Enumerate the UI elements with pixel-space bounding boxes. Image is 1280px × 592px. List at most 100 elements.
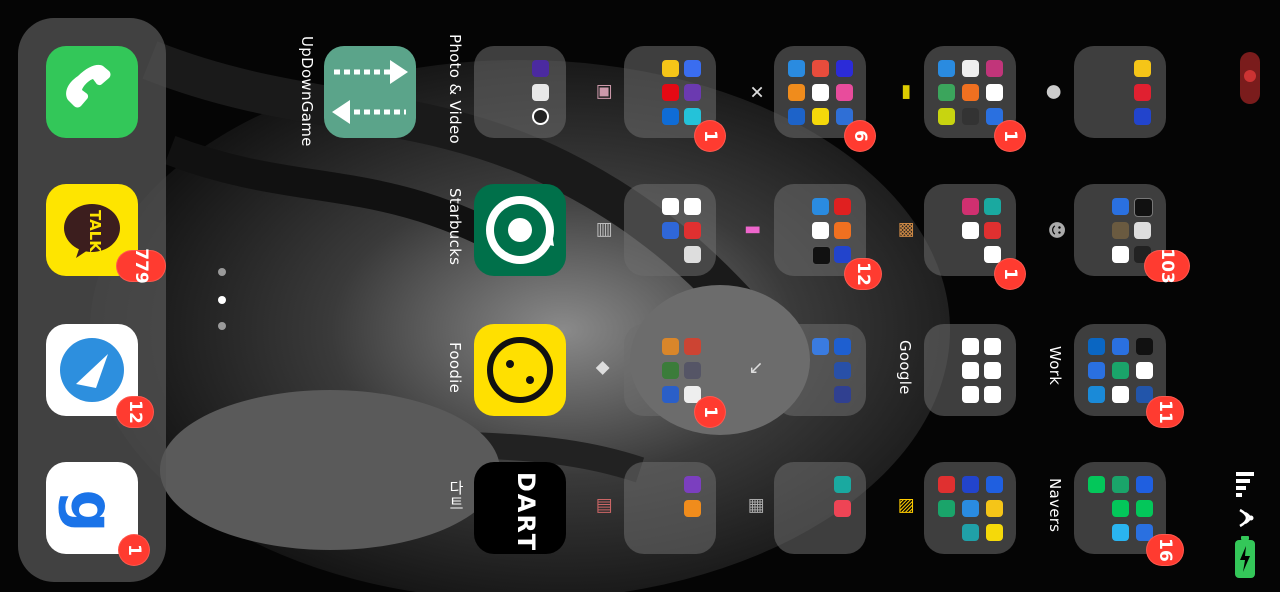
folder-delivery-badge: 1 [994, 258, 1026, 290]
starbucks-app[interactable] [474, 184, 566, 276]
app-icon [1112, 476, 1129, 493]
app-icon [1112, 500, 1129, 517]
g-icon-text: g [56, 489, 127, 533]
folder-tools-badge: 6 [844, 120, 876, 152]
app-icon [1112, 338, 1129, 355]
app-icon [812, 60, 829, 77]
app-icon [662, 222, 679, 239]
folder-social-badge: 103 [1144, 248, 1190, 284]
folder-misc[interactable] [1074, 46, 1166, 138]
star-app-icon [532, 60, 549, 77]
app-icon [812, 338, 829, 355]
app-icon [1088, 362, 1105, 379]
app-icon [1134, 198, 1153, 217]
wifi-icon [1239, 508, 1254, 528]
page-dot[interactable] [218, 268, 226, 276]
needle-icon: ↘ [745, 360, 767, 376]
app-icon [834, 338, 851, 355]
app-icon [684, 60, 701, 77]
app-icon [986, 500, 1003, 517]
foodie-icon [487, 337, 553, 403]
app-icon [1088, 338, 1105, 355]
photo-video-label: Photo & Video [446, 34, 464, 144]
kakaotalk-badge: 779 [116, 248, 166, 284]
app-icon [834, 362, 851, 379]
app-icon [662, 84, 679, 101]
app-icon [662, 386, 679, 403]
app-icon [788, 108, 805, 125]
app-icon [1112, 362, 1129, 379]
app-icon [834, 386, 851, 403]
app-icon [984, 338, 1001, 355]
phone-app[interactable] [46, 46, 138, 138]
page-dot-active[interactable] [218, 296, 226, 304]
g-app-badge: 1 [118, 534, 150, 566]
app-icon [962, 108, 979, 125]
app-icon [836, 84, 853, 101]
folder-finance[interactable] [924, 462, 1016, 554]
app-icon [684, 108, 701, 125]
app-icon [1134, 108, 1151, 125]
folder-utilities[interactable] [774, 462, 866, 554]
page-dot[interactable] [218, 322, 226, 330]
app-icon [684, 222, 701, 239]
folder-google[interactable] [924, 324, 1016, 416]
starbucks-label: Starbucks [446, 188, 464, 266]
app-icon [1112, 524, 1129, 541]
app-icon [684, 476, 701, 493]
app-icon [1136, 500, 1153, 517]
app-icon [684, 84, 701, 101]
folder-music[interactable] [774, 324, 866, 416]
app-icon [986, 476, 1003, 493]
camera-app-icon [532, 84, 549, 101]
app-icon [984, 362, 1001, 379]
app-icon [684, 198, 701, 215]
app-icon [962, 222, 979, 239]
app-icon [662, 198, 679, 215]
app-icon [662, 60, 679, 77]
app-icon [812, 84, 829, 101]
calculator-icon: ▦ [746, 497, 768, 515]
tools-icon: ✕ [745, 84, 767, 100]
folder-books[interactable] [624, 462, 716, 554]
app-icon [938, 476, 955, 493]
app-icon [812, 108, 829, 125]
app-icon [962, 338, 979, 355]
dart-app[interactable]: DART [474, 462, 566, 554]
starbucks-icon [486, 196, 554, 264]
bus-icon: ▬ [896, 83, 918, 101]
app-icon [984, 222, 1001, 239]
app-icon [1088, 386, 1105, 403]
app-icon [834, 246, 851, 263]
app-icon [962, 198, 979, 215]
recording-indicator[interactable] [1240, 52, 1260, 104]
updowngame-app[interactable] [324, 46, 416, 138]
app-icon [962, 500, 979, 517]
app-icon [1112, 246, 1129, 263]
app-icon [662, 108, 679, 125]
app-icon [962, 476, 979, 493]
app-icon [836, 60, 853, 77]
dock: TALK g [18, 18, 166, 582]
gamepad-icon: ◆ [592, 361, 614, 375]
app-icon [684, 246, 701, 263]
app-icon [1112, 198, 1129, 215]
app-icon [1088, 476, 1105, 493]
app-icon [1136, 476, 1153, 493]
folder-news[interactable] [624, 184, 716, 276]
app-icon [684, 338, 701, 355]
app-icon [984, 386, 1001, 403]
app-icon [938, 108, 955, 125]
coffee-icon: ● [1043, 84, 1065, 100]
app-icon [684, 362, 701, 379]
app-icon [1112, 222, 1129, 239]
signal-icon [1236, 472, 1254, 497]
photo-video-folder[interactable] [474, 46, 566, 138]
app-icon [962, 84, 979, 101]
app-icon [984, 246, 1001, 263]
foodie-label: Foodie [446, 342, 464, 394]
foodie-app[interactable] [474, 324, 566, 416]
app-icon [788, 60, 805, 77]
dart-label: 다트 [447, 480, 465, 511]
app-icon [834, 500, 851, 517]
